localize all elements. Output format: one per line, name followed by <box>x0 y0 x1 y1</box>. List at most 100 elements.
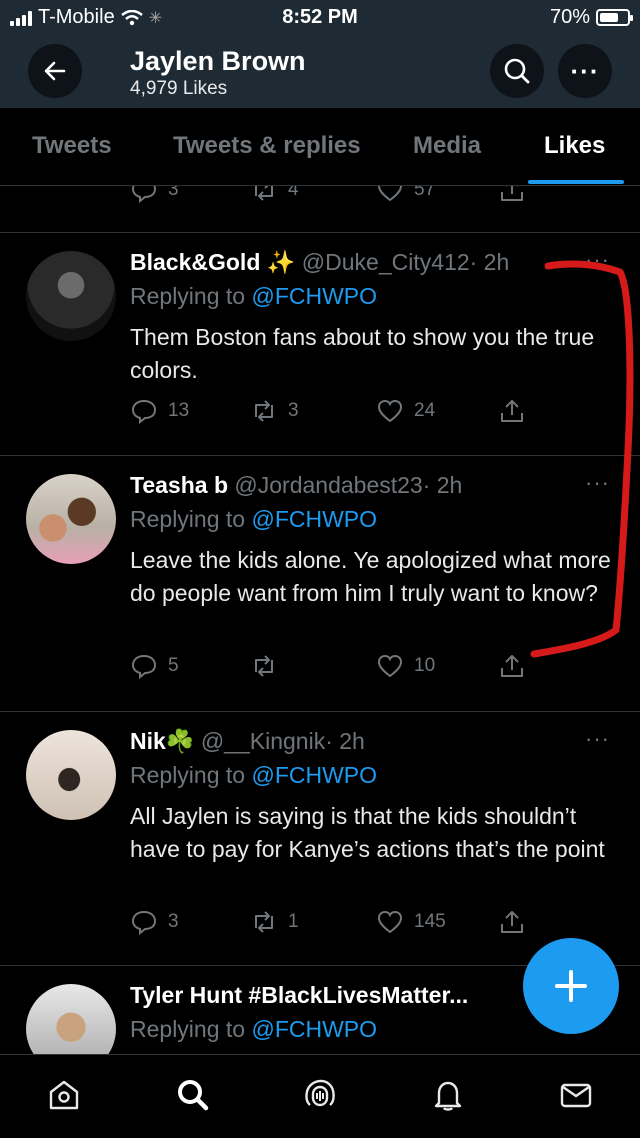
reply-count: 5 <box>168 655 179 676</box>
share-action[interactable] <box>498 908 526 936</box>
reply-action[interactable]: 3 <box>130 186 179 204</box>
like-count: 145 <box>414 911 446 932</box>
sparkles-icon: ✨ <box>266 249 296 275</box>
like-action[interactable]: 24 <box>376 397 435 425</box>
reply-count: 3 <box>168 911 179 932</box>
more-options-icon[interactable]: ··· <box>585 470 610 496</box>
compose-tweet-button[interactable] <box>523 938 619 1034</box>
tweet-time: · 2h <box>325 728 365 754</box>
shamrock-icon: ☘️ <box>165 728 195 754</box>
profile-name: Jaylen Brown <box>130 46 306 76</box>
author-name[interactable]: Black&Gold <box>130 249 260 275</box>
like-count: 24 <box>414 400 436 421</box>
tweet-actions: 3 4 57 <box>0 186 640 214</box>
retweet-action[interactable]: 1 <box>250 908 299 936</box>
avatar[interactable] <box>26 984 116 1054</box>
spaces-icon <box>305 1079 335 1107</box>
nav-home[interactable] <box>44 1075 84 1115</box>
reply-icon <box>131 399 157 425</box>
profile-tabs: Tweets Tweets & replies Media Likes <box>0 108 640 186</box>
replying-to-link[interactable]: @FCHWPO <box>251 762 377 788</box>
author-handle[interactable]: @Jordandabest23 <box>234 472 422 498</box>
battery-percent: 70% <box>549 6 590 28</box>
avatar[interactable] <box>26 730 116 820</box>
likes-count: 4,979 Likes <box>130 78 228 99</box>
more-options-icon[interactable]: ··· <box>585 726 610 752</box>
share-action[interactable] <box>498 652 526 680</box>
retweet-action[interactable]: 3 <box>250 397 299 425</box>
replying-to-link[interactable]: @FCHWPO <box>251 283 377 309</box>
nav-spaces[interactable] <box>300 1075 340 1115</box>
tweet-card[interactable]: Black&Gold ✨ @Duke_City412· 2h ··· Reply… <box>0 233 640 455</box>
share-icon <box>501 186 523 201</box>
more-button[interactable]: ··· <box>558 44 612 98</box>
share-icon <box>501 911 523 933</box>
avatar[interactable] <box>26 474 116 564</box>
nav-messages[interactable] <box>556 1075 596 1115</box>
share-action[interactable] <box>498 186 526 204</box>
retweet-count: 4 <box>288 186 299 200</box>
author-name[interactable]: Teasha b <box>130 472 228 498</box>
author-handle[interactable]: @Duke_City412 <box>302 249 470 275</box>
replying-prefix: Replying to <box>130 283 252 309</box>
share-action[interactable] <box>498 397 526 425</box>
like-count: 10 <box>414 655 436 676</box>
replying-prefix: Replying to <box>130 762 252 788</box>
more-options-icon[interactable]: ··· <box>585 247 610 273</box>
nav-explore[interactable] <box>173 1075 213 1115</box>
retweet-icon <box>255 186 273 201</box>
tab-media[interactable]: Media <box>413 132 481 160</box>
heart-icon <box>377 654 403 678</box>
retweet-action[interactable] <box>250 652 288 680</box>
share-icon <box>501 400 523 422</box>
timeline[interactable]: 3 4 57 Black&Gold ✨ @Duke_City412· 2h ··… <box>0 186 640 1054</box>
retweet-icon <box>255 655 273 677</box>
tweet-actions: 5 10 <box>130 652 550 688</box>
tweet-header: Black&Gold ✨ @Duke_City412· 2h <box>130 249 509 276</box>
heart-icon <box>377 186 403 202</box>
reply-action[interactable]: 5 <box>130 652 179 680</box>
retweet-action[interactable]: 4 <box>250 186 299 204</box>
like-action[interactable]: 57 <box>376 186 435 204</box>
replying-prefix: Replying to <box>130 1016 252 1042</box>
like-count: 57 <box>414 186 436 200</box>
battery-icon <box>596 9 633 26</box>
replying-to-link[interactable]: @FCHWPO <box>251 506 377 532</box>
tab-likes[interactable]: Likes <box>544 132 605 160</box>
tweet-card[interactable]: Nik☘️ @__Kingnik· 2h ··· Replying to @FC… <box>0 712 640 965</box>
profile-header: T-Mobile ✳ 8:52 PM 70% Jaylen Brown 4,97… <box>0 0 640 108</box>
heart-icon <box>377 399 403 423</box>
replying-to: Replying to @FCHWPO <box>130 283 377 310</box>
like-action[interactable]: 145 <box>376 908 446 936</box>
like-action[interactable]: 10 <box>376 652 435 680</box>
avatar[interactable] <box>26 251 116 341</box>
tweet-time: · 2h <box>422 472 463 498</box>
replying-to: Replying to @FCHWPO <box>130 762 377 789</box>
retweet-icon <box>255 400 273 422</box>
author-handle[interactable]: @__Kingnik <box>201 728 325 754</box>
back-button[interactable] <box>28 44 82 98</box>
replying-prefix: Replying to <box>130 506 252 532</box>
tab-tweets[interactable]: Tweets <box>32 132 112 160</box>
retweet-count: 1 <box>288 911 299 932</box>
reply-action[interactable]: 3 <box>130 908 179 936</box>
tweet-text: All Jaylen is saying is that the kids sh… <box>130 803 605 862</box>
share-icon <box>501 655 523 677</box>
tweet-text: Them Boston fans about to show you the t… <box>130 324 595 383</box>
plus-icon <box>555 970 587 1002</box>
tab-tweets-replies[interactable]: Tweets & replies <box>173 132 361 160</box>
arrow-left-icon <box>44 61 66 81</box>
reply-icon <box>131 654 157 680</box>
tweet-card[interactable]: Teasha b @Jordandabest23· 2h ··· Replyin… <box>0 456 640 711</box>
replying-to-link[interactable]: @FCHWPO <box>251 1016 377 1042</box>
heart-icon <box>377 910 403 934</box>
tweet-time: · 2h <box>469 249 510 275</box>
reply-action[interactable]: 13 <box>130 397 189 425</box>
bottom-navigation <box>0 1054 640 1138</box>
author-name[interactable]: Nik <box>130 728 166 754</box>
tweet-header: Teasha b @Jordandabest23· 2h <box>130 472 462 499</box>
reply-icon <box>131 910 157 936</box>
nav-notifications[interactable] <box>428 1075 468 1115</box>
search-button[interactable] <box>490 44 544 98</box>
author-name[interactable]: Tyler Hunt #BlackLivesMatter... <box>130 982 468 1008</box>
